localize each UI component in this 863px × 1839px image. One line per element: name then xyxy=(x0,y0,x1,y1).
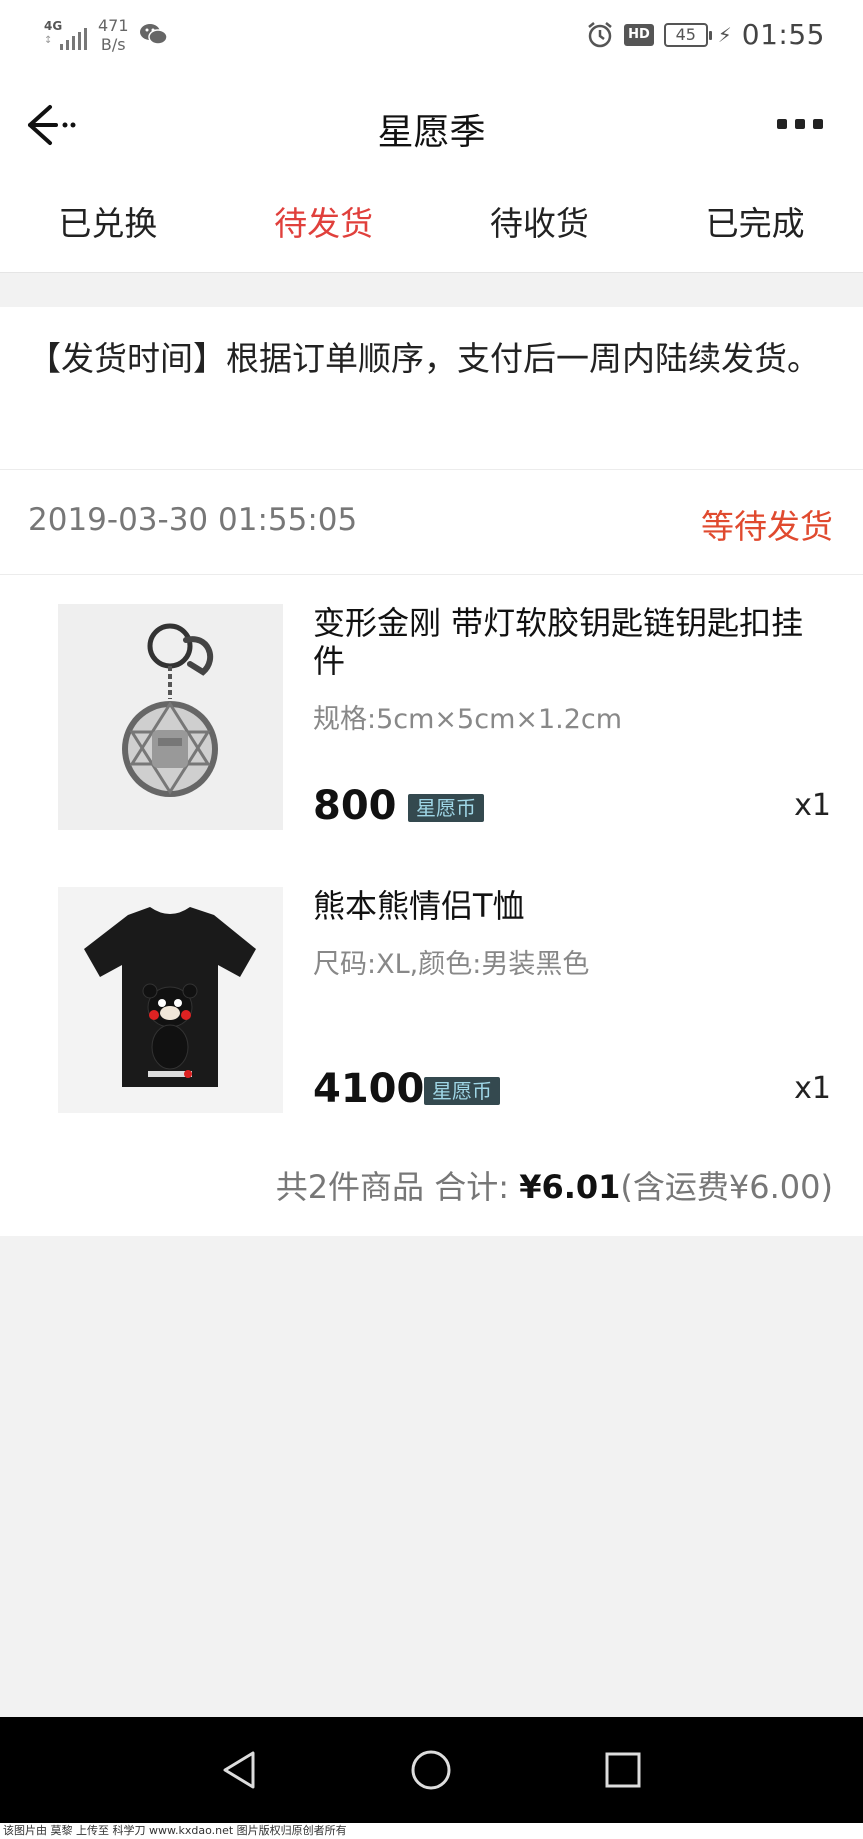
more-options-icon[interactable] xyxy=(777,119,823,129)
currency-badge: 星愿币 xyxy=(408,794,484,822)
system-nav-bar xyxy=(0,1717,863,1823)
keychain-image xyxy=(58,604,283,830)
charging-icon: ⚡ xyxy=(717,22,732,47)
network-speed-value: 471 xyxy=(98,16,129,35)
order-tabs: 已兑换 待发货 待收货 已完成 xyxy=(0,175,863,273)
summary-total: ¥6.01 xyxy=(519,1168,621,1206)
shipping-notice: 【发货时间】根据订单顺序，支付后一周内陆续发货。 xyxy=(0,307,863,470)
tab-completed[interactable]: 已完成 xyxy=(647,175,863,272)
nav-home-icon[interactable] xyxy=(406,1745,456,1795)
order-status: 等待发货 xyxy=(701,507,833,546)
tab-pending-shipment[interactable]: 待发货 xyxy=(216,175,432,272)
battery-level: 45 xyxy=(675,25,696,44)
tab-exchanged[interactable]: 已兑换 xyxy=(0,175,216,272)
order-item[interactable]: 熊本熊情侣T恤 尺码:XL,颜色:男装黑色 4100 星愿币 x1 xyxy=(0,887,863,1113)
page-title: 星愿季 xyxy=(377,112,486,153)
signal-icon: 4G ↕ xyxy=(44,18,88,52)
status-bar: 4G ↕ 471 B/s HD 45 ⚡ 01:55 xyxy=(0,0,863,75)
order-date: 2019-03-30 01:55:05 xyxy=(28,502,358,538)
wechat-icon xyxy=(139,24,168,45)
network-speed: 471 B/s xyxy=(98,16,129,54)
tab-pending-receipt[interactable]: 待收货 xyxy=(432,175,648,272)
item-title: 熊本熊情侣T恤 xyxy=(313,887,525,925)
nav-bar: 星愿季 xyxy=(0,75,863,175)
tshirt-image xyxy=(58,887,283,1113)
item-quantity: x1 xyxy=(794,788,831,823)
currency-badge: 星愿币 xyxy=(424,1077,500,1105)
order-summary: 共2件商品 合计: ¥6.01(含运费¥6.00) xyxy=(276,1162,833,1208)
item-quantity: x1 xyxy=(794,1071,831,1106)
hd-icon: HD xyxy=(624,23,654,46)
item-price: 800 xyxy=(313,783,397,829)
summary-count-label: 共2件商品 合计: xyxy=(275,1168,520,1206)
summary-shipping: (含运费¥6.00) xyxy=(620,1168,833,1206)
alarm-icon xyxy=(588,21,612,47)
clock: 01:55 xyxy=(741,18,825,51)
battery-icon: 45 xyxy=(663,22,712,47)
network-speed-unit: B/s xyxy=(100,35,126,54)
item-spec: 规格:5cm×5cm×1.2cm xyxy=(313,704,623,735)
watermark-text: 该图片由 莫黎 上传至 科学刀 www.kxdao.net 图片版权归原创者所有 xyxy=(0,1823,863,1839)
item-spec: 尺码:XL,颜色:男装黑色 xyxy=(313,949,590,980)
order-header: 2019-03-30 01:55:05 等待发货 xyxy=(0,470,863,575)
item-title: 变形金刚 带灯软胶钥匙链钥匙扣挂件 xyxy=(313,604,804,680)
item-price: 4100 xyxy=(313,1066,425,1112)
nav-back-icon[interactable] xyxy=(215,1745,265,1795)
order-item[interactable]: 变形金刚 带灯软胶钥匙链钥匙扣挂件 规格:5cm×5cm×1.2cm 800 星… xyxy=(0,604,863,830)
nav-recents-icon[interactable] xyxy=(598,1745,648,1795)
order-card[interactable]: 2019-03-30 01:55:05 等待发货 变形金刚 带灯软胶钥匙链钥匙扣… xyxy=(0,470,863,1236)
